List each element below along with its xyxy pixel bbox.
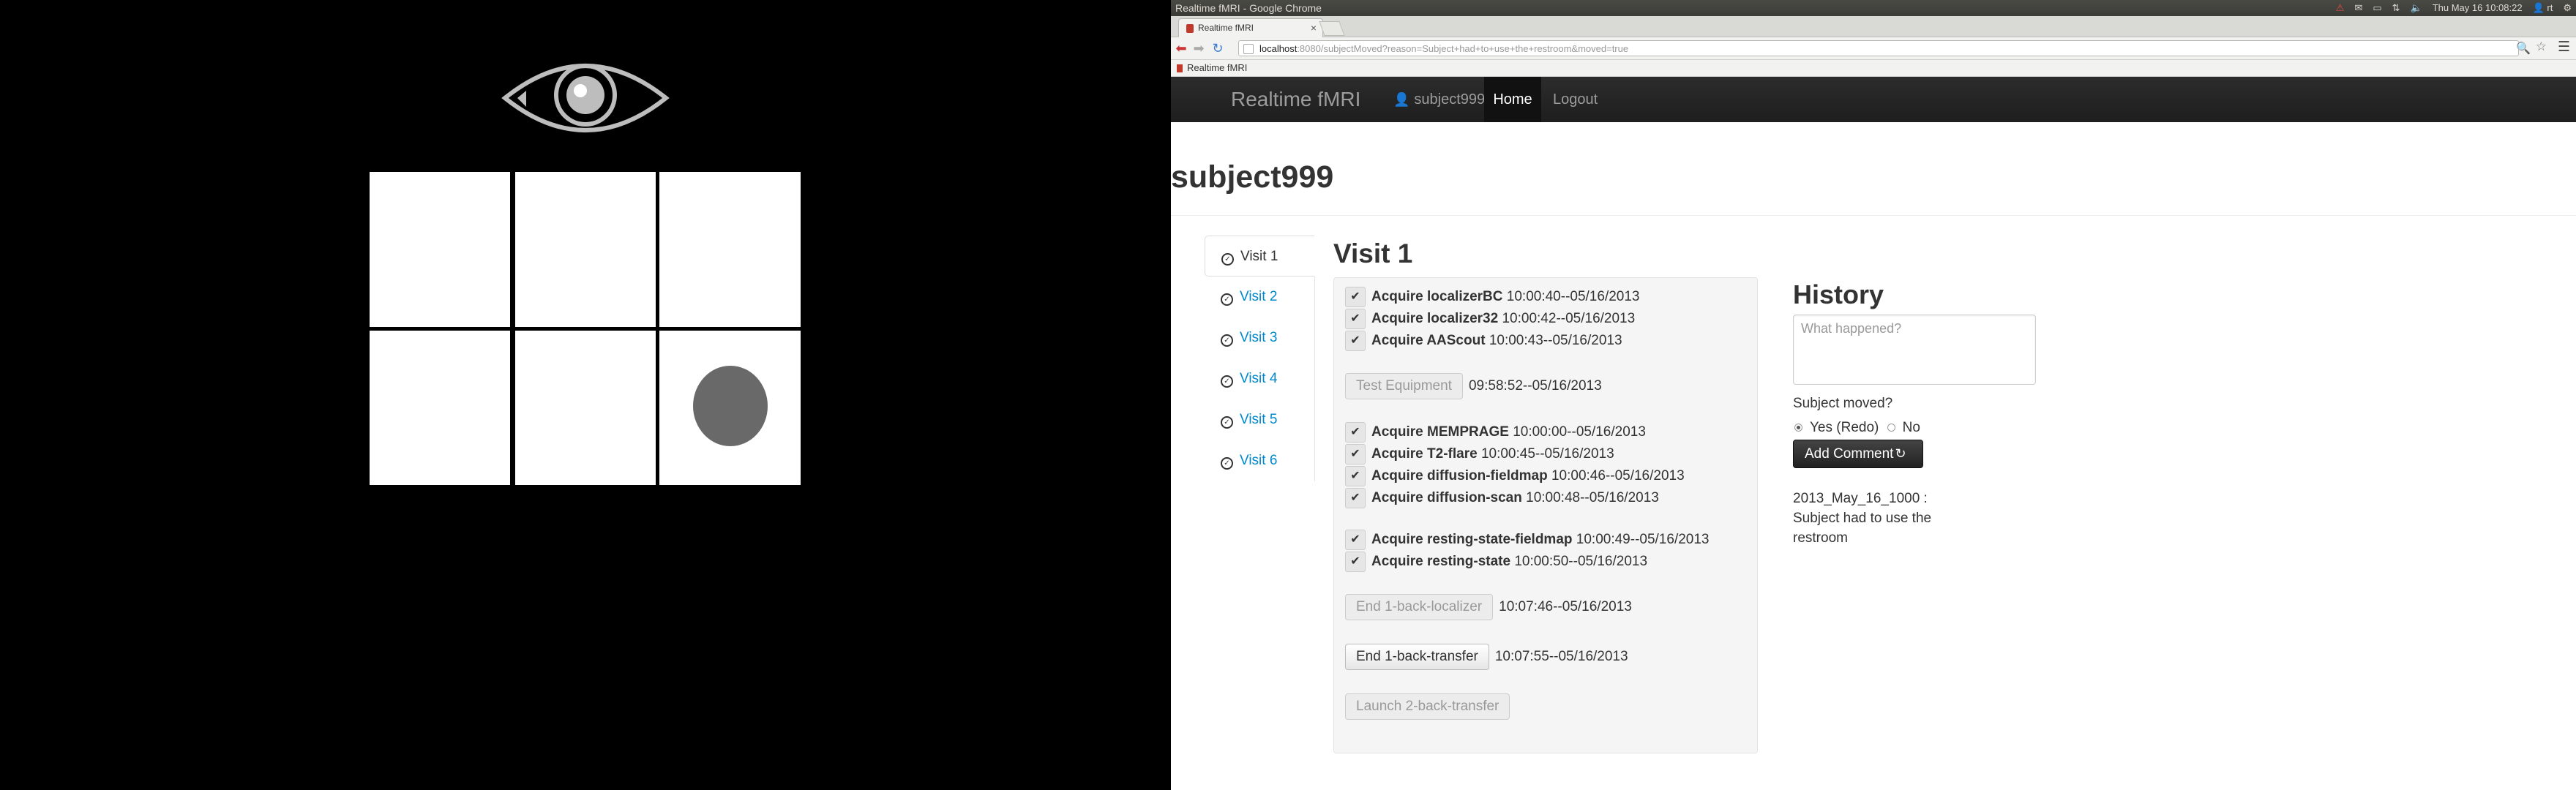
sidebar-item-visit-6[interactable]: ✓ Visit 6 [1205, 440, 1314, 481]
grid-cell-3 [659, 172, 801, 327]
end-1-back-transfer-button[interactable]: End 1-back-transfer [1345, 644, 1489, 670]
checked-box-icon[interactable]: ✔ [1345, 331, 1366, 351]
visit-heading: Visit 1 [1333, 238, 1413, 268]
user-icon: 👤 [2532, 2, 2545, 13]
volume-icon[interactable]: 🔈 [2411, 0, 2422, 16]
yes-redo-label: Yes (Redo) [1810, 420, 1879, 435]
no-label: No [1902, 420, 1920, 435]
step-row: End 1-back-localizer 10:07:46--05/16/2013 [1345, 594, 1632, 620]
new-tab-button[interactable] [1319, 21, 1345, 36]
sidebar-item-visit-2[interactable]: ✓ Visit 2 [1205, 276, 1314, 317]
history-heading: History [1793, 279, 1884, 309]
bookmark-item[interactable]: Realtime fMRI [1177, 62, 1247, 73]
sidebar-item-visit-4[interactable]: ✓ Visit 4 [1205, 358, 1314, 399]
refresh-icon: ↻ [1895, 446, 1906, 461]
check-circle-icon: ✓ [1221, 253, 1234, 266]
address-bar[interactable]: localhost:8080/subjectMoved?reason=Subje… [1238, 40, 2519, 56]
step-row: Test Equipment 09:58:52--05/16/2013 [1345, 373, 1602, 399]
history-entry: 2013_May_16_1000 : Subject had to use th… [1793, 491, 1932, 546]
subject-moved-label: Subject moved? [1793, 396, 1893, 411]
system-tray: ⚠ ✉ ▭ ⇅ 🔈 Thu May 16 10:08:22 👤 rt ⚙ [2336, 0, 2572, 16]
window-title: Realtime fMRI - Google Chrome [1175, 2, 1322, 14]
step-row: ✔ Acquire localizerBC 10:00:40--05/16/201… [1345, 287, 1640, 307]
checked-box-icon[interactable]: ✔ [1345, 287, 1366, 307]
checked-box-icon[interactable]: ✔ [1345, 466, 1366, 486]
step-row: Launch 2-back-transfer [1345, 693, 1516, 720]
check-circle-icon: ✓ [1221, 375, 1233, 388]
forward-icon[interactable]: ➡ [1191, 41, 1206, 56]
page-icon [1243, 44, 1254, 54]
bookmarks-bar: Realtime fMRI [1171, 60, 2576, 77]
browser-toolbar: ⬅ ➡ ↻ localhost:8080/subjectMoved?reason… [1171, 37, 2576, 60]
checked-box-icon[interactable]: ✔ [1345, 488, 1366, 508]
grid-cell-5 [515, 331, 656, 485]
target-dot [693, 366, 768, 446]
network-icon[interactable]: ⇅ [2392, 0, 2400, 16]
window-titlebar: Realtime fMRI - Google Chrome ⚠ ✉ ▭ ⇅ 🔈 … [1171, 0, 2576, 16]
tab-strip: Realtime fMRI × [1171, 16, 2576, 37]
page-title: subject999 [1171, 159, 1334, 195]
reload-icon[interactable]: ↻ [1210, 41, 1225, 56]
no-radio[interactable] [1887, 424, 1895, 432]
back-icon[interactable]: ⬅ [1174, 41, 1188, 56]
mail-icon[interactable]: ✉ [2354, 0, 2362, 16]
checked-box-icon[interactable]: ✔ [1345, 444, 1366, 464]
battery-icon[interactable]: ▭ [2373, 0, 2381, 16]
browser-tab[interactable]: Realtime fMRI × [1178, 18, 1323, 37]
test-equipment-button[interactable]: Test Equipment [1345, 373, 1463, 399]
step-row: ✔ Acquire T2-flare 10:00:45--05/16/2013 [1345, 444, 1614, 464]
tab-close-icon[interactable]: × [1311, 19, 1317, 37]
step-row: ✔ Acquire localizer32 10:00:42--05/16/201… [1345, 309, 1635, 329]
sidebar-item-visit-3[interactable]: ✓ Visit 3 [1205, 317, 1314, 358]
bookmark-star-icon[interactable]: ☆ [2536, 40, 2547, 54]
tab-title: Realtime fMRI [1198, 23, 1254, 33]
favicon-icon [1186, 23, 1194, 33]
launch-2-back-transfer-button[interactable]: Launch 2-back-transfer [1345, 693, 1510, 720]
brand-link[interactable]: Realtime fMRI [1231, 77, 1360, 122]
check-circle-icon: ✓ [1221, 334, 1233, 347]
grid-cell-4 [370, 331, 510, 485]
user-icon: 👤 [1393, 92, 1410, 107]
add-comment-button[interactable]: Add Comment ↻ [1793, 440, 1923, 468]
check-circle-icon: ✓ [1221, 293, 1233, 306]
chrome-menu-icon[interactable]: ☰ [2558, 39, 2570, 56]
eye-icon [501, 48, 670, 148]
user-menu[interactable]: 👤 rt [2533, 0, 2553, 16]
check-circle-icon: ✓ [1221, 457, 1233, 470]
step-row: ✔ Acquire resting-state 10:00:50--05/16/2… [1345, 552, 1647, 572]
step-row: ✔ Acquire MEMPRAGE 10:00:00--05/16/2013 [1345, 422, 1646, 443]
step-row: End 1-back-transfer 10:07:55--05/16/2013 [1345, 644, 1628, 670]
stimulus-display [0, 0, 1171, 790]
nav-logout[interactable]: Logout [1553, 77, 1598, 122]
checked-box-icon[interactable]: ✔ [1345, 530, 1366, 550]
checked-box-icon[interactable]: ✔ [1345, 422, 1366, 443]
end-1-back-localizer-button[interactable]: End 1-back-localizer [1345, 594, 1494, 620]
visit-sidenav: ✓ Visit 1 ✓ Visit 2 ✓ Visit 3 ✓ Visit 4 ✓ Vis… [1205, 236, 1315, 481]
history-textarea[interactable] [1793, 315, 2036, 385]
checked-box-icon[interactable]: ✔ [1345, 552, 1366, 572]
warning-icon[interactable]: ⚠ [2336, 0, 2345, 16]
step-row: ✔ Acquire AAScout 10:00:43--05/16/2013 [1345, 331, 1622, 351]
sidebar-item-visit-1[interactable]: ✓ Visit 1 [1205, 236, 1315, 276]
step-row: ✔ Acquire diffusion-fieldmap 10:00:46--05… [1345, 466, 1685, 486]
step-row: ✔ Acquire diffusion-scan 10:00:48--05/16/… [1345, 488, 1659, 508]
app-navbar: Realtime fMRI 👤 subject999 Home Logout [1171, 77, 2576, 122]
divider [1171, 215, 2576, 216]
favicon-icon [1177, 64, 1183, 73]
moved-radio-group: Yes (Redo) No [1793, 420, 1920, 436]
step-row: ✔ Acquire resting-state-fieldmap 10:00:49… [1345, 530, 1710, 550]
yes-redo-radio[interactable] [1794, 424, 1802, 432]
settings-gear-icon[interactable]: ⚙ [2563, 0, 2572, 16]
nav-home[interactable]: Home [1484, 77, 1541, 122]
grid-cell-2 [515, 172, 656, 327]
sidebar-item-visit-5[interactable]: ✓ Visit 5 [1205, 399, 1314, 440]
check-circle-icon: ✓ [1221, 416, 1233, 429]
checked-box-icon[interactable]: ✔ [1345, 309, 1366, 329]
zoom-icon[interactable]: 🔍 [2516, 41, 2531, 56]
grid-cell-1 [370, 172, 510, 327]
browser-window: Realtime fMRI - Google Chrome ⚠ ✉ ▭ ⇅ 🔈 … [1171, 0, 2576, 790]
clock[interactable]: Thu May 16 10:08:22 [2433, 0, 2523, 16]
user-link[interactable]: 👤 subject999 [1393, 77, 1485, 122]
